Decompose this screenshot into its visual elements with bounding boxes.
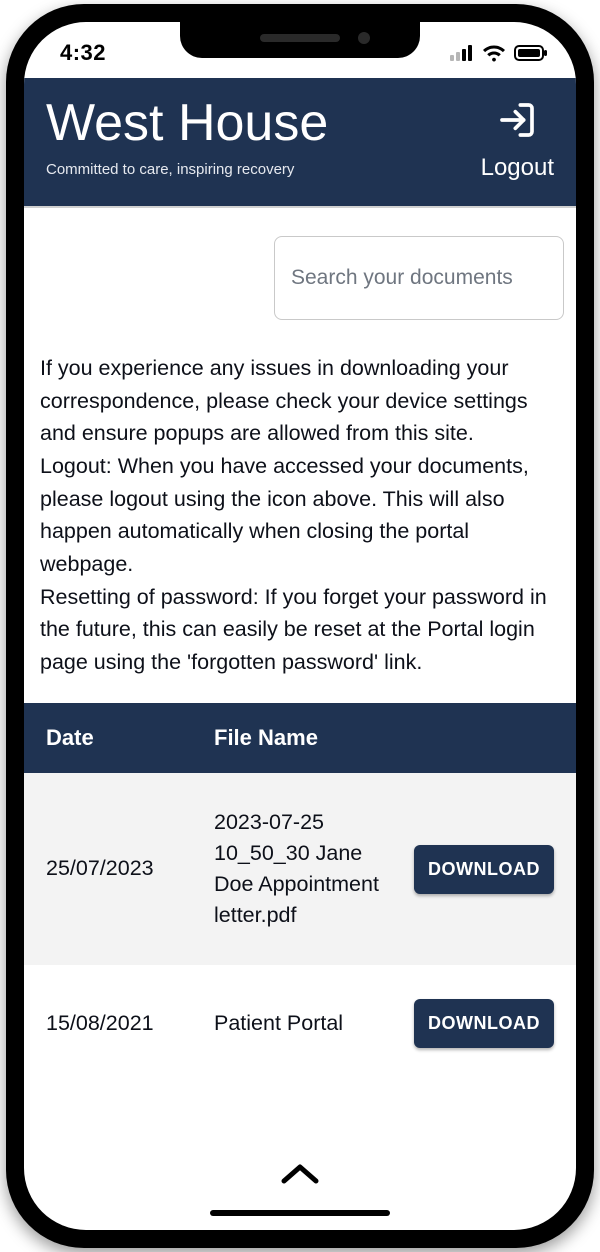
cell-file: 2023-07-25 10_50_30 Jane Doe Appointment… (214, 807, 394, 932)
info-text: If you experience any issues in download… (24, 342, 576, 703)
status-icons (450, 44, 548, 62)
logout-icon (497, 100, 537, 140)
app-tagline: Committed to care, inspiring recovery (46, 161, 328, 178)
wifi-icon (482, 44, 506, 62)
chevron-up-icon (278, 1159, 322, 1189)
status-time: 4:32 (60, 40, 106, 66)
download-button[interactable]: DOWNLOAD (414, 999, 554, 1048)
cellular-icon (450, 45, 474, 61)
table-row: 15/08/2021 Patient Portal DOWNLOAD (24, 965, 576, 1082)
logout-label: Logout (481, 154, 554, 181)
search-input[interactable] (274, 236, 564, 320)
download-button[interactable]: DOWNLOAD (414, 845, 554, 894)
cell-file: Patient Portal (214, 1008, 394, 1039)
col-header-date: Date (46, 725, 214, 751)
app-title: West House (46, 96, 328, 151)
documents-table: Date File Name 25/07/2023 2023-07-25 10_… (24, 703, 576, 1083)
table-header: Date File Name (24, 703, 576, 773)
scroll-top-button[interactable] (278, 1159, 322, 1194)
search-area (24, 208, 576, 342)
brand: West House Committed to care, inspiring … (46, 96, 328, 178)
cell-date: 25/07/2023 (46, 853, 214, 884)
battery-icon (514, 45, 548, 61)
home-indicator (210, 1210, 390, 1216)
app-header: West House Committed to care, inspiring … (24, 78, 576, 208)
cell-date: 15/08/2021 (46, 1008, 214, 1039)
table-row: 25/07/2023 2023-07-25 10_50_30 Jane Doe … (24, 773, 576, 966)
device-notch (180, 22, 420, 58)
logout-button[interactable]: Logout (481, 96, 554, 182)
col-header-file: File Name (214, 725, 394, 751)
